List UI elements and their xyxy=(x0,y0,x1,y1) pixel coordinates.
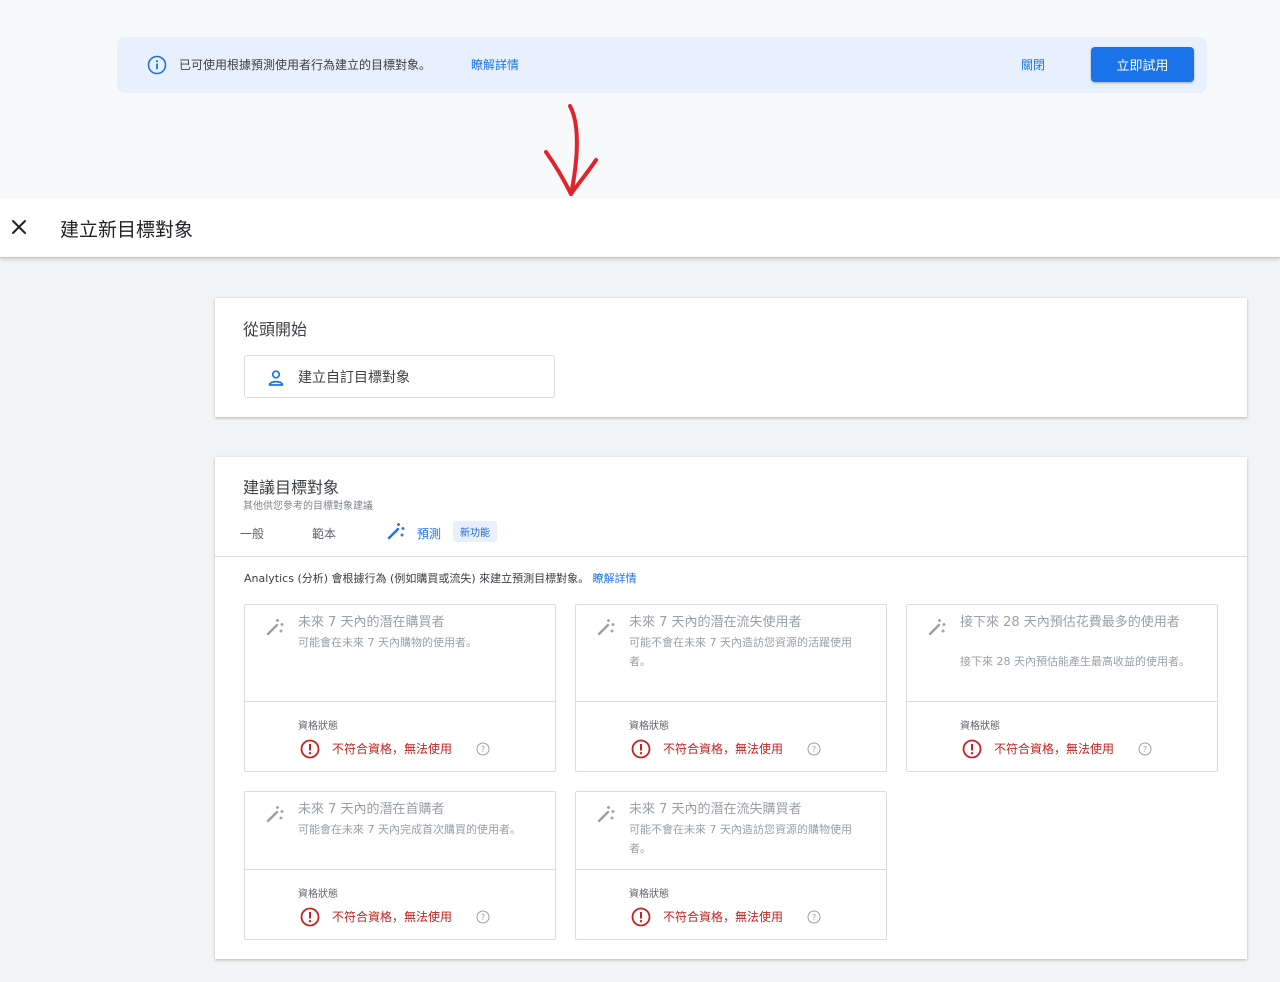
banner-message: 已可使用根據預測使用者行為建立的目標對象。 xyxy=(179,58,432,72)
tab-template[interactable]: 範本 xyxy=(312,525,336,542)
help-icon[interactable]: ? xyxy=(807,742,821,756)
eligibility-status: 不符合資格，無法使用 xyxy=(332,742,453,756)
tab-general[interactable]: 一般 xyxy=(240,525,264,542)
eligibility-status: 不符合資格，無法使用 xyxy=(332,910,453,924)
eligibility-label: 資格狀態 xyxy=(629,889,669,900)
tab-predictive-label: 預測 xyxy=(417,527,442,541)
audience-card-likely-purchasers[interactable]: 未來 7 天內的潛在購買者 可能會在未來 7 天內購物的使用者。 資格狀態 不符… xyxy=(244,604,556,772)
eligibility-label: 資格狀態 xyxy=(298,889,338,900)
eligibility-label: 資格狀態 xyxy=(629,721,669,732)
create-custom-audience-button[interactable]: 建立自訂目標對象 xyxy=(244,355,555,398)
suggested-audiences-card: 建議目標對象 其他供您參考的目標對象建議 一般 範本 預測 新功能 Analyt… xyxy=(215,457,1247,959)
create-custom-audience-label: 建立自訂目標對象 xyxy=(298,370,410,386)
predictive-description: Analytics (分析) 會根據行為 (例如購買或流失) 來建立預測目標對象… xyxy=(244,570,637,586)
help-icon[interactable]: ? xyxy=(807,910,821,924)
eligibility-label: 資格狀態 xyxy=(960,721,1000,732)
audience-description: 接下來 28 天內預估能產生最高收益的使用者。 xyxy=(960,655,1190,668)
svg-text:?: ? xyxy=(812,745,816,754)
magic-wand-icon xyxy=(387,523,405,540)
audience-name: 未來 7 天內的潛在首購者 xyxy=(298,802,445,817)
audience-description: 可能不會在未來 7 天內造訪您資源的購物使用者。 xyxy=(629,823,852,855)
suggested-subheading: 其他供您參考的目標對象建議 xyxy=(243,501,373,512)
svg-text:?: ? xyxy=(481,745,485,754)
magic-wand-icon xyxy=(266,619,284,636)
predictive-description-text: Analytics (分析) 會根據行為 (例如購買或流失) 來建立預測目標對象… xyxy=(244,572,590,585)
help-icon[interactable]: ? xyxy=(476,742,490,756)
audience-card-likely-first-time-purchasers[interactable]: 未來 7 天內的潛在首購者 可能會在未來 7 天內完成首次購買的使用者。 資格狀… xyxy=(244,791,556,940)
eligibility-status: 不符合資格，無法使用 xyxy=(663,910,784,924)
magic-wand-icon xyxy=(597,806,615,823)
magic-wand-icon xyxy=(928,619,946,636)
magic-wand-icon xyxy=(266,806,284,823)
audience-tabs: 一般 範本 預測 新功能 xyxy=(215,519,1247,557)
close-icon[interactable] xyxy=(10,218,28,236)
try-now-button[interactable]: 立即試用 xyxy=(1091,47,1194,82)
suggested-heading: 建議目標對象 xyxy=(243,478,340,497)
audience-description: 可能會在未來 7 天內購物的使用者。 xyxy=(298,636,477,649)
predictive-learn-more-link[interactable]: 瞭解詳情 xyxy=(593,572,637,585)
eligibility-status: 不符合資格，無法使用 xyxy=(663,742,784,756)
svg-text:?: ? xyxy=(812,913,816,922)
error-icon xyxy=(631,739,651,759)
new-feature-badge: 新功能 xyxy=(453,521,497,542)
audience-description: 可能不會在未來 7 天內造訪您資源的活躍使用者。 xyxy=(629,636,852,668)
page-header: 建立新目標對象 xyxy=(0,198,1280,258)
start-from-scratch-card: 從頭開始 建立自訂目標對象 xyxy=(215,298,1247,417)
banner-learn-more-link[interactable]: 瞭解詳情 xyxy=(471,56,519,73)
svg-text:?: ? xyxy=(481,913,485,922)
help-icon[interactable]: ? xyxy=(476,910,490,924)
info-icon xyxy=(147,55,167,75)
error-icon xyxy=(962,739,982,759)
help-icon[interactable]: ? xyxy=(1138,742,1152,756)
audience-name: 未來 7 天內的潛在流失購買者 xyxy=(629,802,802,817)
announcement-area: 已可使用根據預測使用者行為建立的目標對象。 瞭解詳情 關閉 立即試用 xyxy=(0,0,1280,198)
eligibility-label: 資格狀態 xyxy=(298,721,338,732)
audience-name: 未來 7 天內的潛在流失使用者 xyxy=(629,615,802,630)
magic-wand-icon xyxy=(597,619,615,636)
audience-card-likely-churning-purchasers[interactable]: 未來 7 天內的潛在流失購買者 可能不會在未來 7 天內造訪您資源的購物使用者。… xyxy=(575,791,887,940)
eligibility-status: 不符合資格，無法使用 xyxy=(994,742,1115,756)
error-icon xyxy=(300,907,320,927)
person-icon xyxy=(268,370,284,386)
info-banner: 已可使用根據預測使用者行為建立的目標對象。 瞭解詳情 關閉 立即試用 xyxy=(117,37,1207,93)
red-arrow-annotation xyxy=(544,104,598,196)
error-icon xyxy=(300,739,320,759)
error-icon xyxy=(631,907,651,927)
page-title: 建立新目標對象 xyxy=(60,219,194,241)
svg-text:?: ? xyxy=(1143,745,1147,754)
audience-card-top-spenders[interactable]: 接下來 28 天內預估花費最多的使用者 接下來 28 天內預估能產生最高收益的使… xyxy=(906,604,1218,772)
audience-name: 未來 7 天內的潛在購買者 xyxy=(298,615,445,630)
banner-close-button[interactable]: 關閉 xyxy=(1021,56,1045,73)
audience-description: 可能會在未來 7 天內完成首次購買的使用者。 xyxy=(298,823,521,836)
audience-card-likely-churning-users[interactable]: 未來 7 天內的潛在流失使用者 可能不會在未來 7 天內造訪您資源的活躍使用者。… xyxy=(575,604,887,772)
scratch-heading: 從頭開始 xyxy=(243,320,308,339)
audience-name: 接下來 28 天內預估花費最多的使用者 xyxy=(960,615,1180,630)
